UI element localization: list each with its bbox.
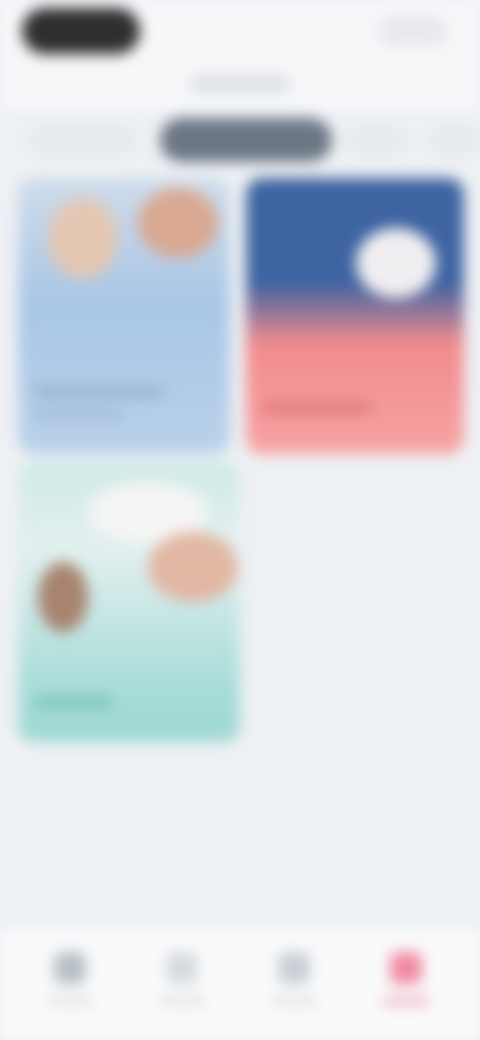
tab-4[interactable] xyxy=(428,126,480,154)
nav-label xyxy=(46,996,94,1006)
account-pill-button[interactable] xyxy=(22,8,140,54)
library-icon xyxy=(278,952,310,984)
profile-icon xyxy=(390,952,422,984)
blurred-screen xyxy=(0,0,480,1040)
card-3-image-shape xyxy=(38,562,88,632)
top-right-action-button[interactable] xyxy=(378,16,448,46)
tab-1[interactable] xyxy=(28,126,138,154)
content-card-2[interactable] xyxy=(246,178,464,454)
page-title xyxy=(190,74,290,94)
nav-item-profile-selected[interactable] xyxy=(370,948,442,1020)
top-bar xyxy=(0,0,480,110)
bottom-navigation xyxy=(0,930,480,1040)
tab-2-active[interactable] xyxy=(160,118,332,162)
card-2-title xyxy=(262,402,372,414)
search-icon xyxy=(166,952,198,984)
nav-item-search[interactable] xyxy=(146,948,218,1020)
category-tabs xyxy=(0,112,480,168)
nav-item-library[interactable] xyxy=(258,948,330,1020)
card-1-image-shape xyxy=(48,198,118,278)
nav-label xyxy=(158,996,206,1006)
tab-3[interactable] xyxy=(346,126,406,154)
nav-label xyxy=(382,996,430,1006)
nav-label xyxy=(270,996,318,1006)
card-1-image-shape xyxy=(138,188,218,258)
card-1-title xyxy=(34,386,164,398)
content-card-3[interactable] xyxy=(18,462,240,742)
card-3-title xyxy=(34,696,114,708)
content-card-1[interactable] xyxy=(18,178,230,454)
home-icon xyxy=(54,952,86,984)
card-1-subtitle xyxy=(34,408,124,420)
nav-item-home[interactable] xyxy=(34,948,106,1020)
card-2-image-shape xyxy=(356,228,436,298)
card-3-image-shape xyxy=(148,532,238,602)
